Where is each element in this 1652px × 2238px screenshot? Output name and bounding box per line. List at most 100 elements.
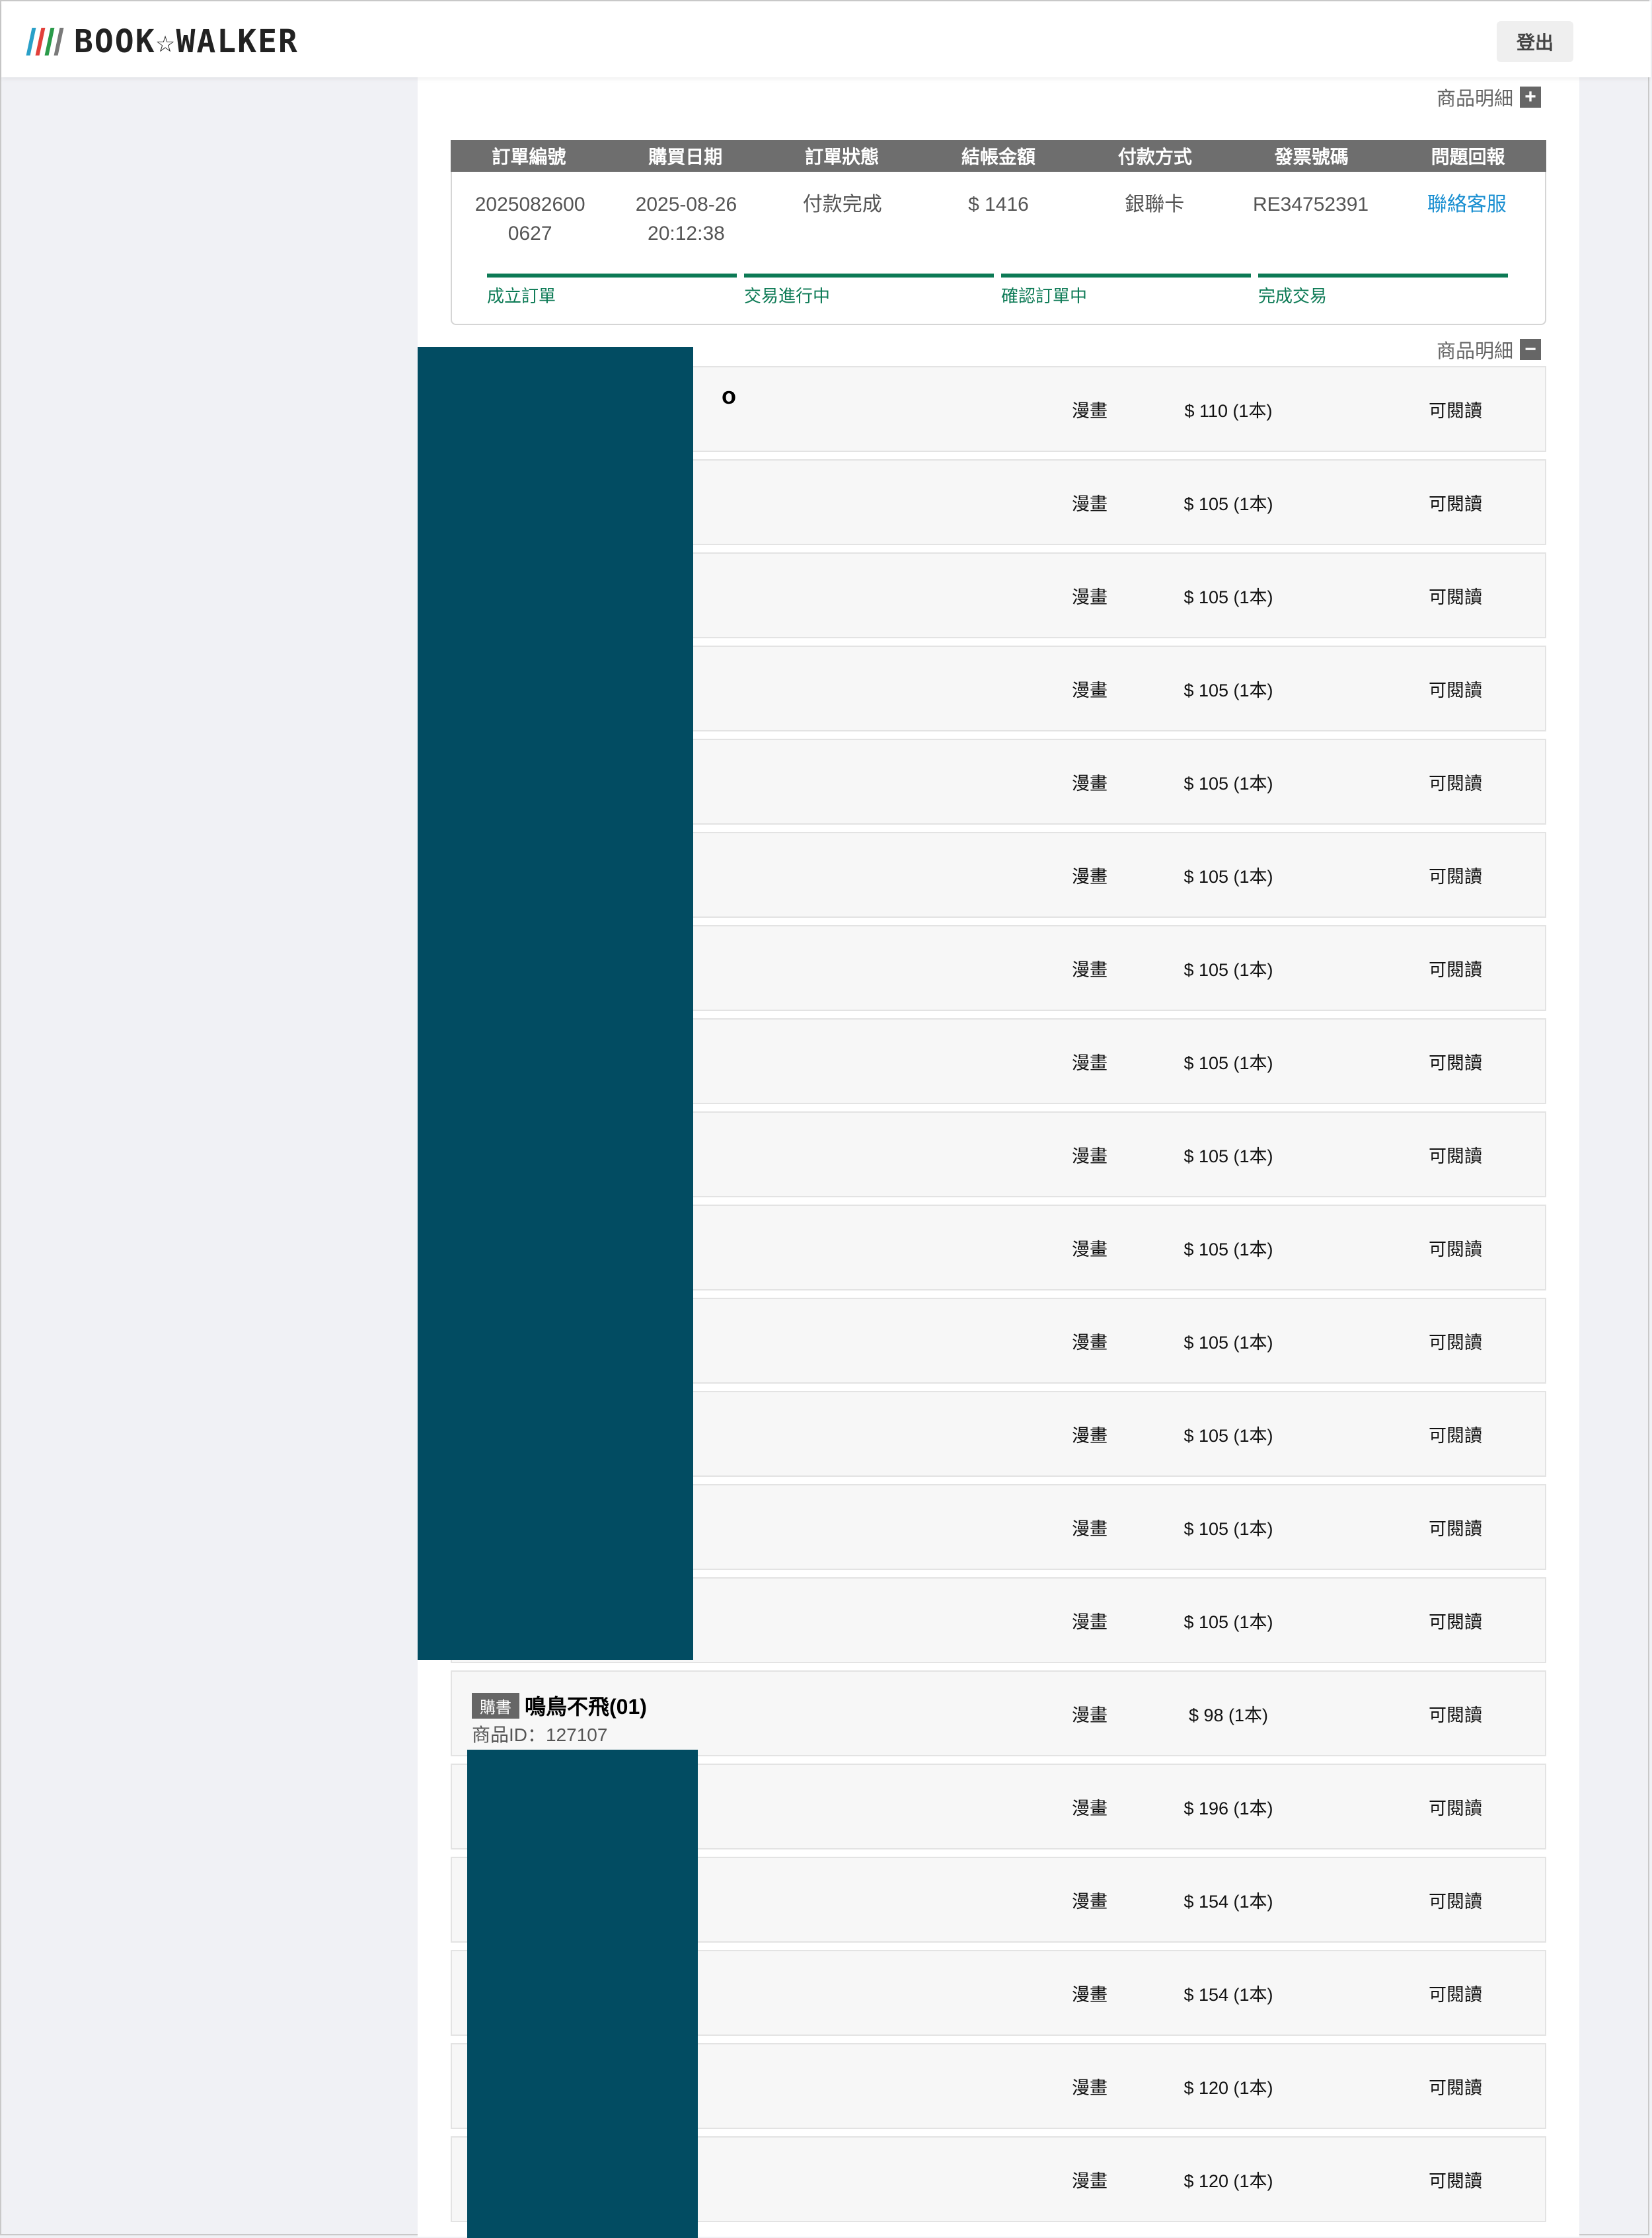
read-status[interactable]: 可閱讀: [1429, 367, 1482, 451]
order-detail-toggle[interactable]: 商品明細 +: [1437, 83, 1542, 111]
product-category: 漫畫: [1072, 1053, 1108, 1073]
order-table-row: 2025082600 0627 2025-08-26 20:12:38 付款完成…: [452, 172, 1545, 248]
invoice-number: RE34752391: [1252, 194, 1369, 215]
read-status[interactable]: 可閱讀: [1429, 2044, 1482, 2128]
purchase-badge: 購書: [472, 1692, 519, 1719]
product-category: 漫畫: [1072, 680, 1108, 700]
progress-bar: [744, 274, 994, 278]
product-category: 漫畫: [1072, 1239, 1108, 1259]
progress-step: 交易進行中: [744, 274, 994, 307]
progress-step-label: 完成交易: [1258, 286, 1328, 306]
product-price: $ 105 (1本): [1183, 1239, 1273, 1259]
detail-toggle-label: 商品明細: [1437, 341, 1514, 362]
bookwalker-logo[interactable]: BOOK☆WALKER: [26, 23, 299, 60]
logo-bar: [35, 28, 46, 56]
read-status[interactable]: 可閱讀: [1429, 1206, 1482, 1289]
product-category: 漫畫: [1072, 1984, 1108, 2005]
product-category: 漫畫: [1072, 400, 1108, 421]
product-category: 漫畫: [1072, 1798, 1108, 1818]
order-column-header: 訂單編號: [492, 147, 566, 167]
logo-bars-icon: [26, 28, 64, 56]
progress-bar: [1001, 274, 1251, 278]
product-price: $ 154 (1本): [1183, 1891, 1273, 1912]
product-price: $ 120 (1本): [1183, 2171, 1273, 2191]
progress-step: 確認訂單中: [1001, 274, 1251, 307]
product-category: 漫畫: [1072, 1146, 1108, 1166]
order-progress: 成立訂單 交易進行中 確認訂單中 完成交易: [487, 274, 1508, 307]
redaction-block: [418, 347, 693, 1660]
read-status[interactable]: 可閱讀: [1429, 647, 1482, 730]
progress-bar: [1258, 274, 1508, 278]
top-header: BOOK☆WALKER 登出: [1, 1, 1651, 77]
read-status[interactable]: 可閱讀: [1429, 1951, 1482, 2034]
read-status[interactable]: 可閱讀: [1429, 1392, 1482, 1475]
items-detail-toggle[interactable]: 商品明細 −: [1437, 336, 1542, 363]
order-column-header: 發票號碼: [1274, 147, 1349, 167]
detail-toggle-label: 商品明細: [1437, 89, 1514, 110]
product-category: 漫畫: [1072, 1518, 1108, 1539]
logo-bar: [44, 28, 55, 56]
product-row: 購書 鳴鳥不飛(01) 商品ID：127107 漫畫 $ 98 (1本) 可閱讀: [451, 1670, 1546, 1756]
order-number: 2025082600 0627: [474, 194, 585, 244]
product-category: 漫畫: [1072, 1332, 1108, 1353]
order-column-header: 問題回報: [1431, 147, 1505, 167]
product-category: 漫畫: [1072, 494, 1108, 514]
plus-icon[interactable]: +: [1520, 87, 1542, 108]
order-table-header: 訂單編號 購買日期 訂單狀態 結帳金額 付款方式 發票號碼 問題回報: [451, 140, 1546, 172]
product-category: 漫畫: [1072, 1891, 1108, 1912]
read-status[interactable]: 可閱讀: [1429, 1113, 1482, 1196]
read-status[interactable]: 可閱讀: [1429, 833, 1482, 916]
product-category: 漫畫: [1072, 1425, 1108, 1446]
order-amount: $ 1416: [968, 194, 1029, 215]
read-status[interactable]: 可閱讀: [1429, 1485, 1482, 1569]
product-price: $ 120 (1本): [1183, 2077, 1273, 2098]
progress-step-label: 交易進行中: [744, 286, 831, 306]
order-date: 2025-08-26 20:12:38: [635, 194, 737, 244]
read-status[interactable]: 可閱讀: [1429, 554, 1482, 637]
read-status[interactable]: 可閱讀: [1429, 461, 1482, 544]
order-column-header: 付款方式: [1117, 147, 1192, 167]
read-status[interactable]: 可閱讀: [1429, 1765, 1482, 1848]
product-category: 漫畫: [1072, 2077, 1108, 2098]
logout-button[interactable]: 登出: [1497, 21, 1573, 62]
product-price: $ 110 (1本): [1184, 400, 1273, 421]
product-price: $ 105 (1本): [1183, 959, 1273, 980]
progress-step-label: 確認訂單中: [1001, 286, 1088, 306]
read-status[interactable]: 可閱讀: [1429, 1579, 1482, 1662]
logo-text: BOOK☆WALKER: [74, 23, 299, 60]
read-status[interactable]: 可閱讀: [1429, 740, 1482, 823]
progress-bar: [487, 274, 737, 278]
contact-support-link[interactable]: 聯絡客服: [1389, 190, 1545, 248]
progress-step-label: 成立訂單: [487, 286, 556, 306]
product-price: $ 105 (1本): [1183, 494, 1273, 514]
product-category: 漫畫: [1072, 959, 1108, 980]
progress-step: 成立訂單: [487, 274, 737, 307]
order-column-header: 訂單狀態: [805, 147, 880, 167]
read-status[interactable]: 可閱讀: [1429, 1020, 1482, 1103]
partial-title-glyph: o: [722, 382, 736, 409]
product-price: $ 196 (1本): [1183, 1798, 1273, 1818]
product-price: $ 154 (1本): [1183, 1984, 1273, 2005]
read-status[interactable]: 可閱讀: [1429, 926, 1482, 1010]
product-price: $ 105 (1本): [1183, 680, 1273, 700]
read-status[interactable]: 可閱讀: [1429, 2138, 1482, 2221]
product-category: 漫畫: [1072, 1705, 1108, 1725]
product-price: $ 105 (1本): [1183, 1518, 1273, 1539]
progress-step: 完成交易: [1258, 274, 1508, 307]
product-category: 漫畫: [1072, 587, 1108, 607]
minus-icon[interactable]: −: [1520, 339, 1542, 360]
order-status: 付款完成: [802, 194, 882, 215]
product-category: 漫畫: [1072, 1612, 1108, 1632]
product-category: 漫畫: [1072, 773, 1108, 794]
read-status[interactable]: 可閱讀: [1429, 1672, 1482, 1755]
product-price: $ 105 (1本): [1183, 866, 1273, 887]
order-column-header: 購買日期: [648, 147, 723, 167]
product-price: $ 105 (1本): [1183, 1612, 1273, 1632]
read-status[interactable]: 可閱讀: [1429, 1299, 1482, 1382]
logo-bar: [26, 28, 36, 56]
read-status[interactable]: 可閱讀: [1429, 1858, 1482, 1941]
product-title[interactable]: 鳴鳥不飛(01): [525, 1690, 647, 1721]
product-price: $ 105 (1本): [1183, 587, 1273, 607]
order-column-header: 結帳金額: [961, 147, 1036, 167]
product-title-line: 購書 鳴鳥不飛(01): [472, 1690, 647, 1721]
